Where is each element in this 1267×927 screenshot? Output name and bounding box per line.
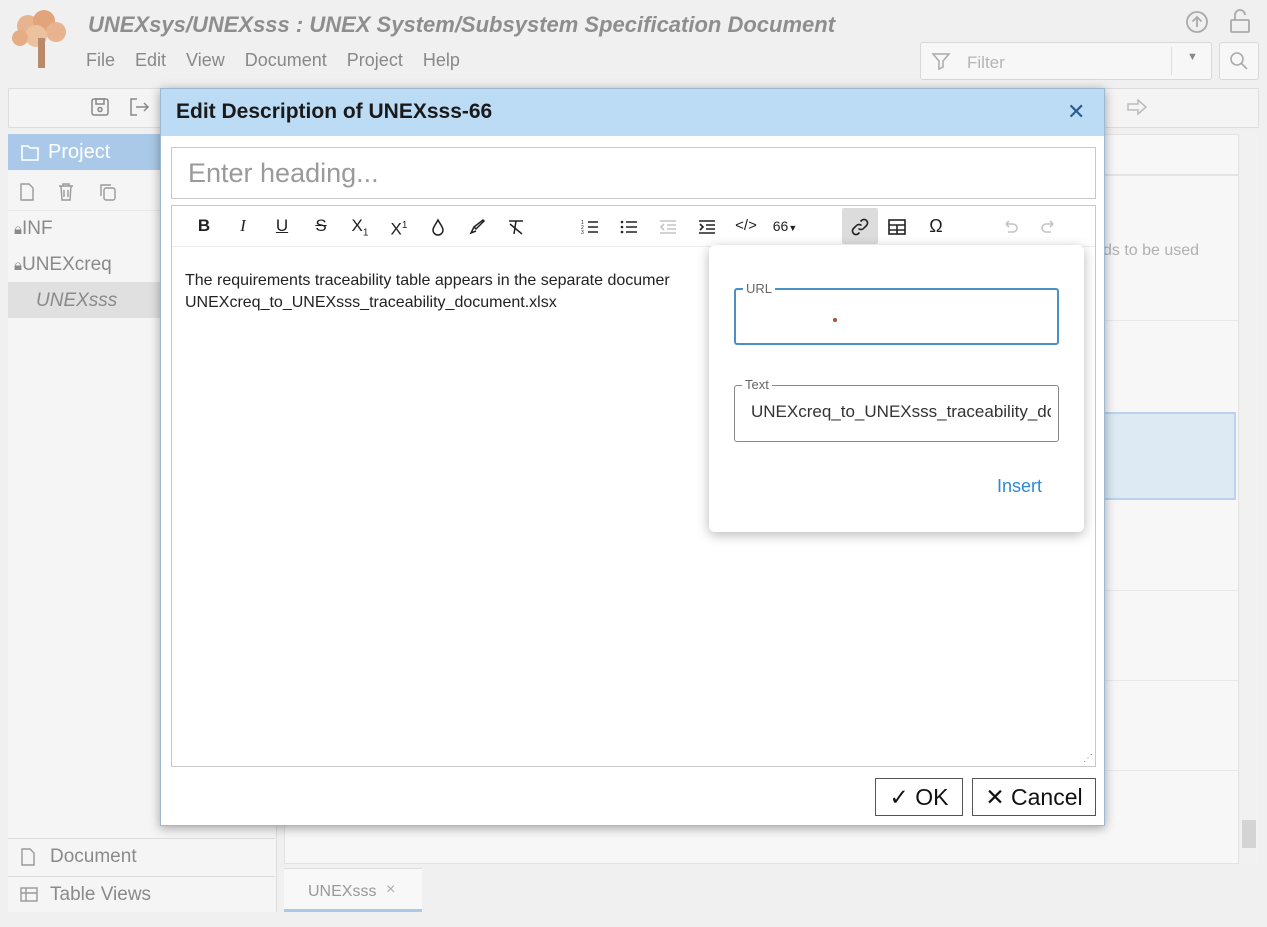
filter-dropdown-icon[interactable]: ▼ (1187, 51, 1198, 63)
app-logo (12, 10, 66, 68)
close-icon: ✕ (985, 784, 1005, 810)
new-file-icon[interactable] (18, 182, 36, 202)
export-icon[interactable] (128, 97, 150, 117)
undo-icon[interactable] (992, 208, 1028, 244)
url-input[interactable] (750, 305, 1054, 327)
clear-format-icon[interactable] (498, 208, 534, 244)
tab-table-views-label: Table Views (50, 884, 152, 905)
text-color-icon[interactable] (420, 208, 456, 244)
lock-icon: 🔒︎ (14, 221, 22, 238)
menu-document[interactable]: Document (245, 50, 327, 71)
project-panel-title: Project (48, 141, 111, 163)
mouse-cursor (833, 318, 837, 322)
forward-icon[interactable] (1126, 98, 1148, 116)
upload-icon[interactable] (1185, 10, 1209, 34)
menu-bar: File Edit View Document Project Help (86, 50, 480, 71)
bold-icon[interactable]: B (186, 208, 222, 244)
quote-icon[interactable]: 66▼ (767, 208, 803, 244)
lock-icon: 🔒︎ (14, 257, 22, 274)
check-icon: ✓ (889, 784, 909, 810)
close-icon[interactable]: ✕ (1067, 99, 1085, 125)
menu-file[interactable]: File (86, 50, 115, 71)
indent-icon[interactable] (689, 208, 725, 244)
outdent-icon[interactable] (650, 208, 686, 244)
cancel-button[interactable]: ✕ Cancel (972, 778, 1096, 816)
save-icon[interactable] (90, 97, 110, 117)
dialog-title: Edit Description of UNEXsss-66 (176, 100, 493, 123)
editor-toolbar: B I U S X1 X1 123 </> 66▼ Ω (172, 206, 1095, 247)
unlock-icon[interactable] (1228, 8, 1252, 34)
folder-icon (20, 134, 40, 182)
insert-button[interactable]: Insert (997, 476, 1042, 497)
tab-document-label: Document (50, 846, 137, 867)
ok-button[interactable]: ✓ OK (875, 778, 963, 816)
selected-row (1100, 412, 1236, 500)
text-label: Text (742, 377, 772, 392)
menu-view[interactable]: View (186, 50, 225, 71)
table-icon (20, 877, 38, 927)
app-title: UNEXsys/UNEXsss : UNEX System/Subsystem … (88, 12, 836, 37)
menu-project[interactable]: Project (347, 50, 403, 71)
ordered-list-icon[interactable]: 123 (572, 208, 608, 244)
delete-icon[interactable] (57, 182, 75, 202)
resize-handle-icon[interactable]: ⋰ (1083, 753, 1093, 764)
tab-document[interactable]: Document (8, 838, 275, 875)
heading-input[interactable] (171, 147, 1096, 199)
project-panel-header[interactable]: Project (8, 134, 168, 170)
menu-edit[interactable]: Edit (135, 50, 166, 71)
link-icon[interactable] (842, 208, 878, 244)
dialog-header: Edit Description of UNEXsss-66 ✕ (161, 89, 1104, 136)
superscript-icon[interactable]: X1 (381, 208, 417, 244)
insert-link-popup: URL Text Insert (709, 245, 1084, 532)
tree-item-inf[interactable]: 🔒︎INF (14, 218, 53, 240)
svg-text:3: 3 (581, 230, 584, 235)
text-input[interactable] (749, 401, 1053, 423)
filter-icon (931, 53, 951, 71)
tab-unexsss-label: UNEXsss (308, 883, 377, 900)
redo-icon[interactable] (1031, 208, 1067, 244)
editor-content[interactable]: The requirements traceability table appe… (185, 270, 670, 314)
code-icon[interactable]: </> (728, 208, 764, 244)
table-icon[interactable] (879, 208, 915, 244)
url-label: URL (743, 281, 776, 296)
search-icon (1230, 52, 1248, 70)
filter-placeholder: Filter (967, 53, 1005, 72)
filter-field[interactable]: Filter ▼ (920, 42, 1212, 80)
close-icon[interactable]: × (386, 881, 395, 899)
background-text: ds to be used (1103, 242, 1200, 259)
tree-item-unexcreq[interactable]: 🔒︎UNEXcreq (14, 254, 112, 276)
subscript-icon[interactable]: X1 (342, 208, 378, 244)
special-char-icon[interactable]: Ω (918, 208, 954, 244)
editor-line: UNEXcreq_to_UNEXsss_traceability_documen… (185, 294, 557, 311)
search-button[interactable] (1219, 42, 1259, 80)
tree-item-unexsss[interactable]: UNEXsss (36, 290, 117, 312)
underline-icon[interactable]: U (264, 208, 300, 244)
text-field[interactable]: Text (734, 377, 1059, 442)
italic-icon[interactable]: I (225, 208, 261, 244)
scrollbar[interactable] (1240, 134, 1258, 864)
copy-icon[interactable] (98, 182, 118, 202)
menu-help[interactable]: Help (423, 50, 460, 71)
tab-table-views[interactable]: Table Views (8, 876, 275, 913)
editor-line: The requirements traceability table appe… (185, 272, 670, 289)
url-field[interactable]: URL (734, 281, 1059, 345)
strikethrough-icon[interactable]: S (303, 208, 339, 244)
bullet-list-icon[interactable] (611, 208, 647, 244)
tab-unexsss[interactable]: UNEXsss × (284, 868, 422, 912)
highlight-icon[interactable] (459, 208, 495, 244)
